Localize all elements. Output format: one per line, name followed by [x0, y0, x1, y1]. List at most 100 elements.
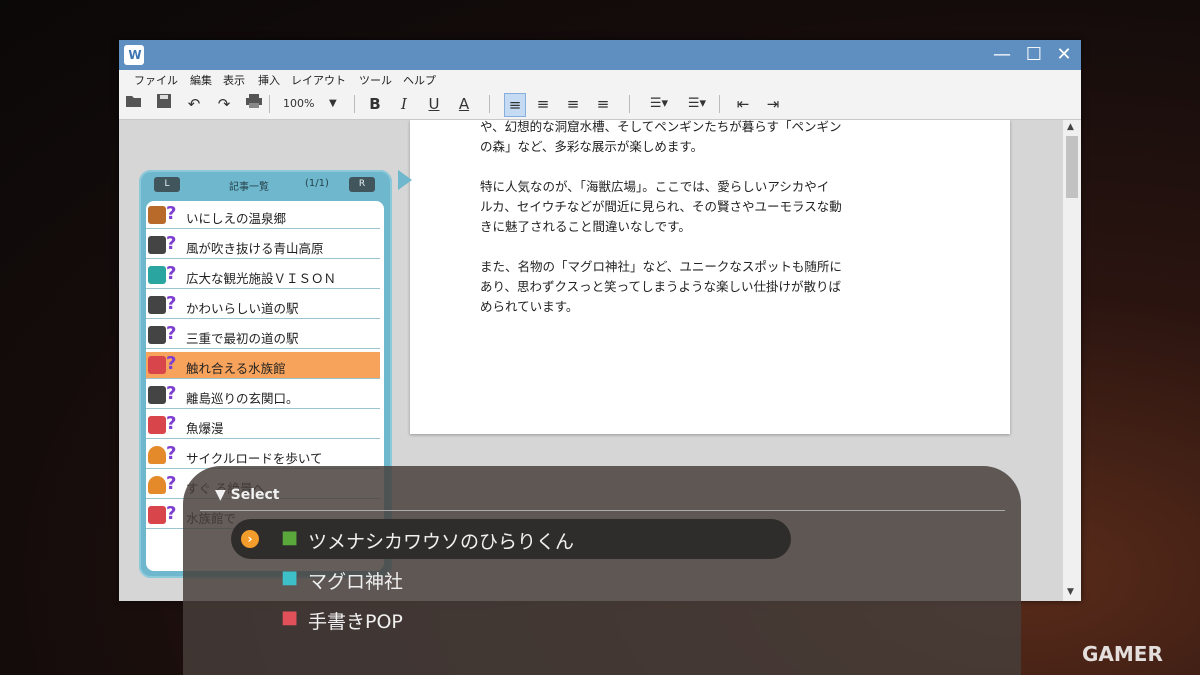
gamer-watermark: GAMER [1082, 642, 1163, 666]
align-center-icon[interactable]: ≡ [534, 93, 552, 115]
list-item-label: 風が吹き抜ける青山高原 [186, 241, 324, 256]
cutlery-icon [148, 266, 166, 284]
italic-button[interactable]: I [395, 93, 413, 115]
list-item[interactable]: ? いにしえの温泉郷 [146, 202, 380, 229]
redo-icon[interactable]: ↷ [215, 93, 233, 115]
question-mark-icon: ? [166, 443, 177, 464]
question-mark-icon: ? [166, 503, 177, 524]
scroll-down-icon[interactable]: ▼ [1067, 587, 1074, 597]
list-item[interactable]: ? かわいらしい道の駅 [146, 292, 380, 319]
panel-header: L 記事一覧 (1/1) R [139, 170, 392, 198]
list-item-label: 広大な観光施設ＶＩＳＯＮ [186, 271, 337, 286]
paragraph: 特に人気なのが、「海獣広場」。ここでは、愛らしいアシカやイ ルカ、セイウチなどが… [480, 179, 842, 234]
toolbar: ↶ ↷ 100% ▼ B I U A ≡ ≡ ≡ ≡ ☰▾ ☰▾ ⇤ ⇥ [119, 89, 1081, 120]
cutlery-icon: ■ [281, 567, 299, 588]
maximize-button[interactable]: ☐ [1019, 40, 1049, 70]
list-item[interactable]: ? 広大な観光施設ＶＩＳＯＮ [146, 262, 380, 289]
panel-title: 記事一覧 [229, 182, 269, 193]
print-icon[interactable] [245, 93, 263, 115]
gamepad-icon [148, 416, 166, 434]
person-icon [148, 446, 166, 464]
menu-edit[interactable]: 編集 [190, 72, 212, 88]
list-item-label: かわいらしい道の駅 [186, 301, 299, 316]
save-icon[interactable] [155, 93, 173, 115]
list-item-label: サイクルロードを歩いて [186, 451, 323, 466]
select-choice[interactable]: › ■ ツメナシカワウソのひらりくん [231, 519, 791, 559]
list-item[interactable]: ? 触れ合える水族館 [146, 352, 380, 379]
toolbar-divider [719, 95, 720, 113]
question-mark-icon: ? [166, 353, 177, 374]
zoom-select[interactable]: 100% ▼ [279, 94, 343, 114]
undo-icon[interactable]: ↶ [185, 93, 203, 115]
gamepad-icon: ■ [281, 607, 299, 628]
underline-button[interactable]: U [425, 93, 443, 115]
book-icon [148, 386, 166, 404]
menu-tools[interactable]: ツール [359, 72, 392, 88]
question-mark-icon: ? [166, 473, 177, 494]
font-color-button[interactable]: A [455, 93, 473, 115]
book-icon [148, 236, 166, 254]
list-item-label: 触れ合える水族館 [186, 361, 286, 376]
vertical-scrollbar[interactable]: ▲ ▼ [1063, 120, 1081, 601]
open-folder-icon[interactable] [125, 93, 143, 115]
list-item[interactable]: ? 魚爆漫 [146, 412, 380, 439]
paragraph: や、幻想的な洞窟水槽、そしてペンギンたちが暮らす「ペンギン の森」など、多彩な展… [480, 120, 842, 154]
question-mark-icon: ? [166, 203, 177, 224]
question-mark-icon: ? [166, 293, 177, 314]
minimize-button[interactable]: — [987, 40, 1017, 70]
menu-bar: ファイル 編集 表示 挿入 レイアウト ツール ヘルプ [119, 70, 1081, 89]
toolbar-divider [269, 95, 270, 113]
toolbar-divider [629, 95, 630, 113]
menu-view[interactable]: 表示 [223, 72, 245, 88]
bullet-list-icon[interactable]: ☰▾ [646, 93, 672, 115]
select-divider [200, 510, 1005, 511]
paragraph: また、名物の「マグロ神社」など、ユニークなスポットも随所に あり、思わずクスっと… [480, 259, 842, 314]
list-item[interactable]: ? 三重で最初の道の駅 [146, 322, 380, 349]
menu-insert[interactable]: 挿入 [258, 72, 280, 88]
list-item-label: いにしえの温泉郷 [186, 211, 287, 226]
question-mark-icon: ? [166, 413, 177, 434]
list-item-label: 離島巡りの玄関口。 [186, 391, 299, 406]
document-page[interactable]: や、幻想的な洞窟水槽、そしてペンギンたちが暮らす「ペンギン の森」など、多彩な展… [410, 120, 1010, 434]
app-icon: W [124, 45, 144, 65]
gamepad-icon [148, 506, 166, 524]
prev-page-button[interactable]: L [154, 177, 180, 192]
list-item[interactable]: ? サイクルロードを歩いて [146, 442, 380, 469]
zoom-value: 100% [283, 97, 315, 110]
cursor-arrow-icon: › [241, 530, 259, 548]
menu-file[interactable]: ファイル [134, 72, 178, 88]
gamepad-icon [148, 356, 166, 374]
indent-icon[interactable]: ⇥ [764, 93, 782, 115]
next-page-button[interactable]: R [349, 177, 375, 192]
toolbar-divider [489, 95, 490, 113]
menu-layout[interactable]: レイアウト [291, 72, 346, 88]
numbered-list-icon[interactable]: ☰▾ [684, 93, 710, 115]
book-icon [148, 326, 166, 344]
title-bar: W — ☐ ✕ [119, 40, 1081, 70]
choice-label: 手書きPOP [308, 611, 403, 633]
list-item-label: 三重で最初の道の駅 [186, 331, 299, 346]
scroll-up-icon[interactable]: ▲ [1067, 122, 1074, 132]
align-left-icon[interactable]: ≡ [504, 93, 526, 117]
list-item[interactable]: ? 離島巡りの玄関口。 [146, 382, 380, 409]
scroll-thumb[interactable] [1066, 136, 1078, 198]
onsen-icon [148, 206, 166, 224]
align-justify-icon[interactable]: ≡ [594, 93, 612, 115]
choice-label: ツメナシカワウソのひらりくん [308, 531, 575, 553]
menu-help[interactable]: ヘルプ [403, 72, 436, 88]
panel-pointer [398, 170, 412, 190]
bold-button[interactable]: B [366, 93, 384, 115]
question-mark-icon: ? [166, 233, 177, 254]
question-mark-icon: ? [166, 263, 177, 284]
chevron-down-icon: ▼ [329, 98, 337, 109]
outdent-icon[interactable]: ⇤ [734, 93, 752, 115]
choice-label: マグロ神社 [308, 571, 404, 593]
toolbar-divider [354, 95, 355, 113]
select-label: ▼ Select [215, 487, 280, 503]
close-button[interactable]: ✕ [1049, 40, 1079, 70]
align-right-icon[interactable]: ≡ [564, 93, 582, 115]
tree-icon: ■ [281, 527, 299, 548]
page-count: (1/1) [305, 178, 329, 189]
question-mark-icon: ? [166, 383, 177, 404]
list-item[interactable]: ? 風が吹き抜ける青山高原 [146, 232, 380, 259]
